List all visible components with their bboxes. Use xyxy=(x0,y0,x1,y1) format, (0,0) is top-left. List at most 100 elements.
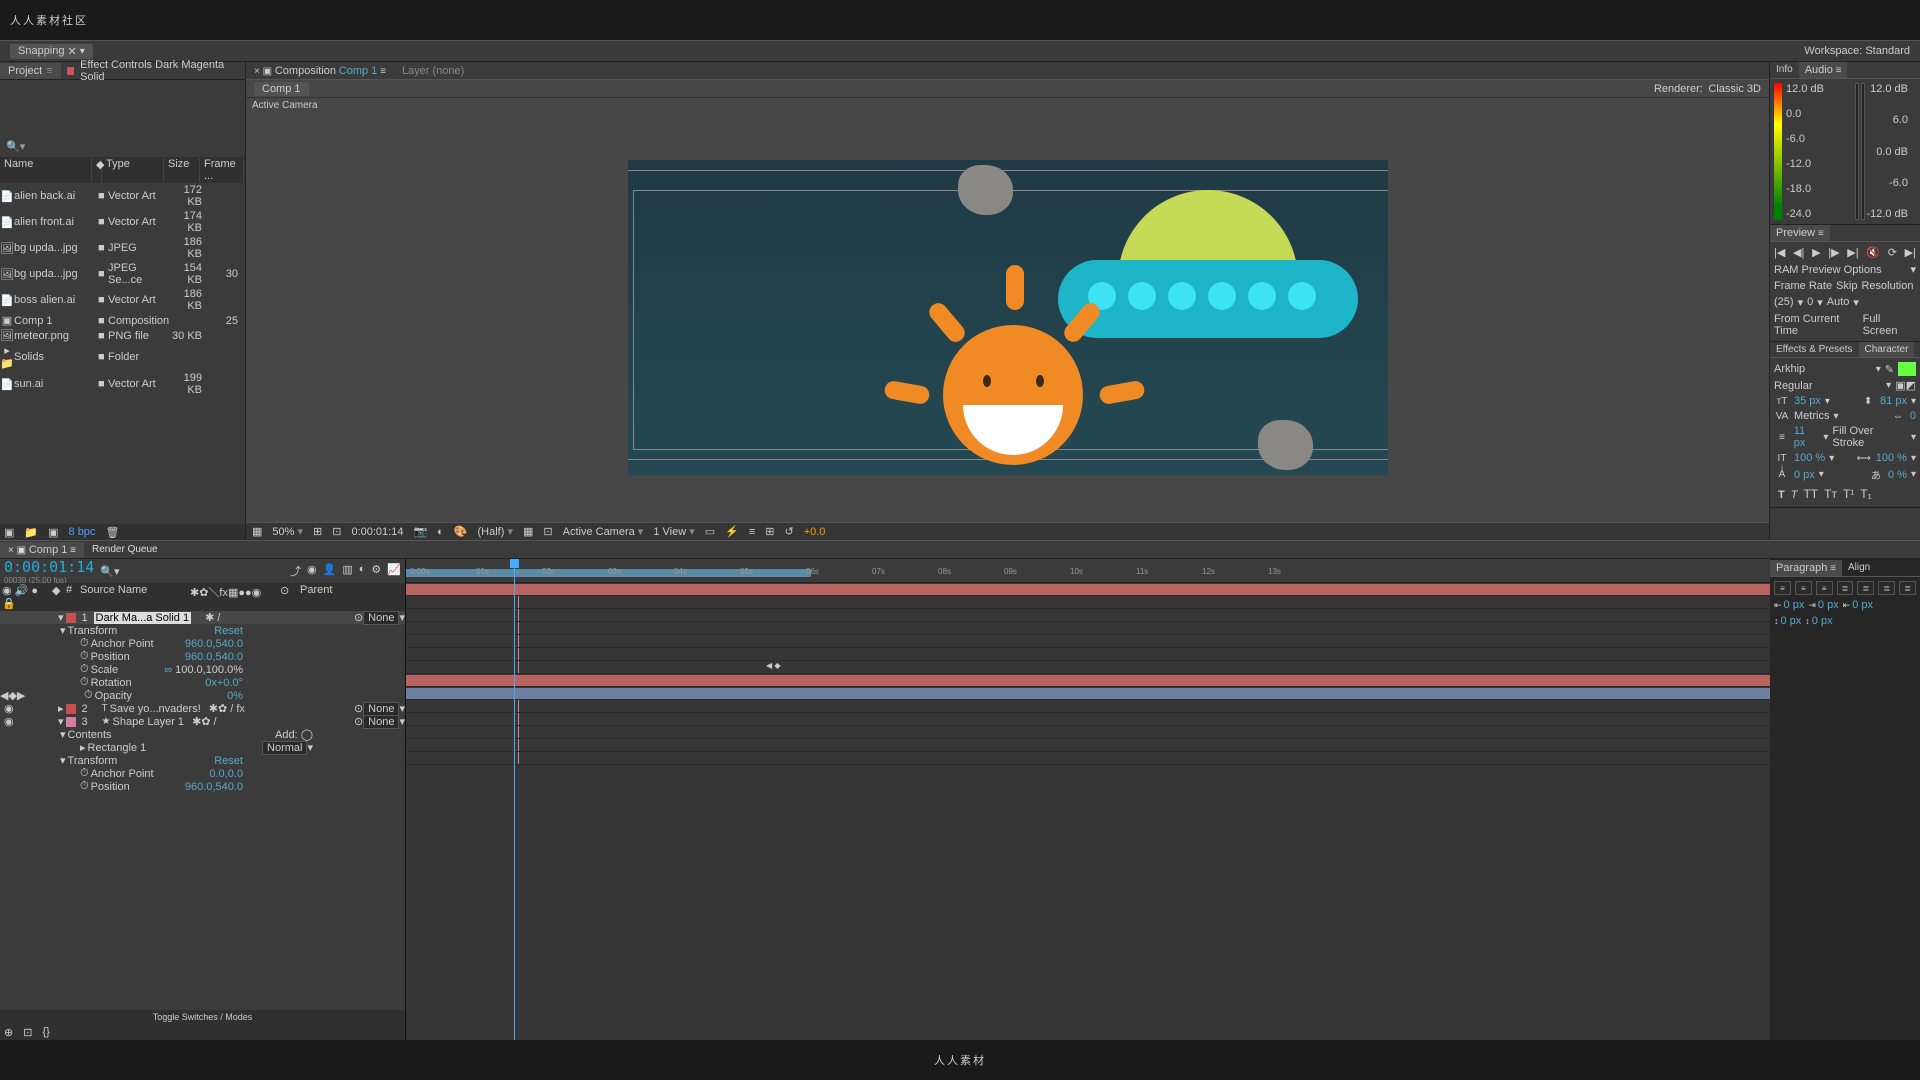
grid-icon[interactable]: ▦ xyxy=(252,525,262,538)
property-value[interactable]: ∞ 100.0,100.0% xyxy=(164,664,243,676)
property-value[interactable]: 0.0,0.0 xyxy=(209,768,243,780)
twirl-icon[interactable]: ▾ xyxy=(60,754,66,767)
property-value[interactable]: 0x+0.0° xyxy=(205,677,243,689)
tab-render-queue[interactable]: Render Queue xyxy=(84,542,166,557)
leading-input[interactable]: 81 px xyxy=(1880,395,1907,407)
quality-select[interactable]: (Half) xyxy=(478,525,513,538)
timeline-search-icon[interactable]: 🔍▾ xyxy=(100,565,119,578)
twirl-icon[interactable]: ▸ xyxy=(58,702,64,715)
indent-first[interactable]: ⇥0 px xyxy=(1808,599,1838,611)
playhead[interactable] xyxy=(514,559,515,1040)
project-item[interactable]: 📄sun.ai■Vector Art199 KB xyxy=(0,371,245,397)
reset-exposure-icon[interactable]: ↺ xyxy=(784,525,793,538)
property-row[interactable]: ⏱Anchor Point960.0,540.0 xyxy=(0,637,405,650)
property-value[interactable]: 960.0,540.0 xyxy=(185,638,243,650)
project-item[interactable]: 🖼meteor.png■PNG file30 KB xyxy=(0,328,245,343)
color-mgmt-icon[interactable]: 🎨 xyxy=(454,525,468,538)
font-size-input[interactable]: 35 px xyxy=(1794,395,1821,407)
twirl-icon[interactable]: ▸ xyxy=(80,741,86,754)
space-after[interactable]: ↕0 px xyxy=(1805,615,1832,627)
stopwatch-icon[interactable]: ⏱ xyxy=(80,650,89,663)
property-row[interactable]: ⏱Position960.0,540.0 xyxy=(0,780,405,793)
tab-character[interactable]: Character xyxy=(1859,342,1915,357)
fill-color-swatch[interactable] xyxy=(1898,362,1916,376)
trash-icon[interactable]: 🗑 xyxy=(105,526,119,539)
comp-mini-flowchart-icon[interactable]: ⤴ xyxy=(290,563,301,579)
snapshot-icon[interactable]: 📷 xyxy=(413,525,427,538)
flowchart-icon[interactable]: ⊞ xyxy=(765,525,774,538)
property-row[interactable]: ⏱Rotation0x+0.0° xyxy=(0,676,405,689)
camera-select[interactable]: Active Camera xyxy=(563,525,644,538)
stopwatch-icon[interactable]: ⏱ xyxy=(80,637,89,650)
kerning-select[interactable]: Metrics xyxy=(1794,410,1829,422)
property-row[interactable]: ◀◆▶⏱Opacity0% xyxy=(0,689,405,702)
expand-icon[interactable]: ⊡ xyxy=(23,1026,32,1039)
tracking-input[interactable]: 0 xyxy=(1910,410,1916,422)
layer-color-swatch[interactable] xyxy=(66,717,76,727)
vscale-input[interactable]: 100 % xyxy=(1794,452,1825,464)
blend-mode-select[interactable]: Normal xyxy=(262,741,307,755)
layer-row[interactable]: ▾1Dark Ma...a Solid 1✱ /⊙None▾ xyxy=(0,611,405,624)
parent-select[interactable]: None xyxy=(363,715,399,729)
add-shape-button[interactable]: ◯ xyxy=(301,729,313,741)
comp-flow-tab[interactable]: Comp 1 xyxy=(254,82,309,96)
project-item[interactable]: 📄boss alien.ai■Vector Art186 KB xyxy=(0,287,245,313)
view-layout[interactable]: 1 View xyxy=(653,525,694,538)
layer-row[interactable]: ◉▾3★ Shape Layer 1✱✿ /⊙None▾ xyxy=(0,715,405,728)
layer-color-swatch[interactable] xyxy=(66,704,76,714)
play-button[interactable]: ▶ xyxy=(1812,246,1820,259)
ram-options-label[interactable]: RAM Preview Options xyxy=(1774,264,1882,276)
property-row[interactable]: ▸Rectangle 1Normal▾ xyxy=(0,741,405,754)
color-depth[interactable]: 8 bpc xyxy=(69,526,96,538)
project-item[interactable]: 📄alien front.ai■Vector Art174 KB xyxy=(0,209,245,235)
twirl-icon[interactable]: ▾ xyxy=(58,611,64,624)
allcaps-button[interactable]: TT xyxy=(1803,487,1818,501)
brackets-icon[interactable]: {} xyxy=(42,1026,49,1038)
chevron-down-icon[interactable]: ▾ xyxy=(1910,263,1916,276)
tab-effects-presets[interactable]: Effects & Presets xyxy=(1770,342,1859,357)
smallcaps-button[interactable]: Tᴛ xyxy=(1824,487,1837,501)
layer-color-swatch[interactable] xyxy=(66,613,76,623)
new-comp-icon[interactable]: ▣ xyxy=(48,526,58,539)
stroke-width-input[interactable]: 11 px xyxy=(1794,425,1820,449)
loop-button[interactable]: ⟳ xyxy=(1888,246,1897,259)
transparency-icon[interactable]: ▦ xyxy=(523,525,533,538)
property-value[interactable]: 0% xyxy=(227,690,243,702)
skip-select[interactable]: 0 xyxy=(1807,296,1813,309)
layer-bar[interactable] xyxy=(406,584,1770,595)
visibility-toggle[interactable]: ◉ xyxy=(4,715,16,728)
justify-all-button[interactable]: ≣ xyxy=(1899,581,1916,595)
align-left-button[interactable]: ≡ xyxy=(1774,581,1791,595)
eyedropper-icon[interactable]: ✎ xyxy=(1885,363,1894,376)
prev-frame-button[interactable]: ◀| xyxy=(1793,246,1804,259)
draft3d-icon[interactable]: ◉ xyxy=(307,563,317,579)
channel-icon[interactable]: ◐ xyxy=(437,526,444,538)
new-folder-icon[interactable]: 📁 xyxy=(24,526,38,539)
next-frame-button[interactable]: |▶ xyxy=(1828,246,1839,259)
keyframe-icon[interactable]: ◀ ◆ xyxy=(766,661,781,670)
reset-link[interactable]: Reset xyxy=(214,755,243,767)
superscript-button[interactable]: T¹ xyxy=(1843,487,1854,501)
audio-slider-r[interactable] xyxy=(1861,83,1865,220)
col-name[interactable]: Name xyxy=(0,158,92,182)
graph-editor-icon[interactable]: 📈 xyxy=(387,563,401,579)
property-row[interactable]: ▾TransformReset xyxy=(0,624,405,637)
last-frame-button[interactable]: ▶| xyxy=(1847,246,1858,259)
shy-icon[interactable]: 👤 xyxy=(323,563,337,579)
full-screen-toggle[interactable]: Full Screen xyxy=(1863,313,1916,337)
subscript-button[interactable]: T₁ xyxy=(1860,487,1871,501)
zoom-select[interactable]: 50% xyxy=(272,525,303,538)
fast-preview-icon[interactable]: ⚡ xyxy=(725,525,739,538)
tab-project[interactable]: Project≡ xyxy=(0,63,61,79)
current-time[interactable]: 0:00:01:14 xyxy=(351,526,403,538)
twirl-icon[interactable]: ▾ xyxy=(60,728,66,741)
layer-bar[interactable] xyxy=(406,675,1770,686)
property-row[interactable]: ⏱Position960.0,540.0 xyxy=(0,650,405,663)
space-before[interactable]: ↕0 px xyxy=(1774,615,1801,627)
align-right-button[interactable]: ≡ xyxy=(1816,581,1833,595)
property-row[interactable]: ⏱Anchor Point0.0,0.0 xyxy=(0,767,405,780)
guides-icon[interactable]: ⊡ xyxy=(332,525,341,538)
stopwatch-icon[interactable]: ⏱ xyxy=(80,767,89,780)
frame-blend-icon[interactable]: ▥ xyxy=(342,563,352,579)
region-icon[interactable]: ⊡ xyxy=(543,525,552,538)
